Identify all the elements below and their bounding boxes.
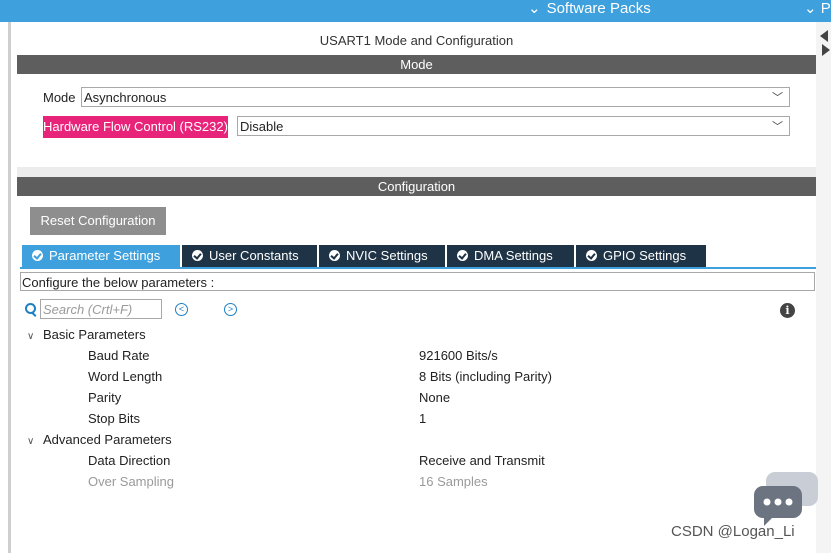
- mode-select-value: Asynchronous: [84, 90, 167, 105]
- check-circle-icon: [586, 250, 597, 261]
- param-value[interactable]: 8 Bits (including Parity): [419, 367, 552, 387]
- check-circle-icon: [192, 250, 203, 261]
- chevron-down-icon: ﹀: [772, 92, 783, 104]
- param-name: Parity: [88, 390, 122, 405]
- configuration-section-header: Configuration: [17, 177, 816, 196]
- tab-nvic-settings[interactable]: NVIC Settings: [319, 245, 445, 267]
- tab-gpio-settings[interactable]: GPIO Settings: [576, 245, 706, 267]
- basic-parameters-group[interactable]: ∨ Basic Parameters: [27, 325, 146, 345]
- info-icon[interactable]: i: [780, 303, 795, 318]
- mode-section-header: Mode: [17, 55, 816, 74]
- param-value[interactable]: 921600 Bits/s: [419, 346, 498, 366]
- tab-label: GPIO Settings: [603, 248, 687, 263]
- tab-label: DMA Settings: [474, 248, 553, 263]
- search-input[interactable]: [40, 299, 162, 319]
- section-divider: [17, 167, 816, 177]
- left-frame-edge: [8, 22, 11, 553]
- search-icon[interactable]: [25, 303, 36, 314]
- param-value: 16 Samples: [419, 474, 488, 489]
- scroll-left-arrow-icon[interactable]: [820, 30, 828, 42]
- chevron-down-icon: ∨: [27, 436, 35, 447]
- flow-control-select[interactable]: Disable ﹀: [237, 116, 790, 136]
- mode-select[interactable]: Asynchronous ﹀: [81, 87, 790, 107]
- check-circle-icon: [32, 250, 43, 261]
- chevron-down-icon: ﹀: [772, 121, 783, 133]
- search-next-button[interactable]: >: [224, 303, 237, 316]
- check-circle-icon: [457, 250, 468, 261]
- tab-parameter-settings[interactable]: Parameter Settings: [22, 245, 180, 267]
- software-packs-menu[interactable]: ⌄ Software Packs: [528, 0, 651, 18]
- flow-control-label: Hardware Flow Control (RS232): [43, 116, 228, 138]
- usart-title: USART1 Mode and Configuration: [319, 33, 514, 48]
- param-name: Word Length: [88, 369, 163, 384]
- mode-row: Mode Asynchronous ﹀: [43, 87, 790, 109]
- tab-label: NVIC Settings: [346, 248, 428, 263]
- chevron-down-icon: ⌄: [804, 0, 817, 17]
- group-label: Advanced Parameters: [43, 432, 172, 447]
- group-label: Basic Parameters: [43, 327, 146, 342]
- tab-user-constants[interactable]: User Constants: [182, 245, 317, 267]
- param-value[interactable]: 1: [419, 409, 426, 429]
- tab-label: User Constants: [209, 248, 299, 263]
- tab-dma-settings[interactable]: DMA Settings: [447, 245, 574, 267]
- param-name: Baud Rate: [88, 348, 150, 363]
- check-circle-icon: [329, 250, 340, 261]
- flow-control-value: Disable: [240, 119, 284, 134]
- mode-label: Mode: [43, 90, 76, 105]
- param-value[interactable]: Receive and Transmit: [419, 451, 545, 471]
- search-prev-button[interactable]: <: [175, 303, 188, 316]
- flow-control-row: Hardware Flow Control (RS232) Disable ﹀: [43, 116, 790, 138]
- top-bar: ⌄ Software Packs ⌄ P: [0, 0, 831, 22]
- pinout-menu-label: P: [820, 0, 831, 17]
- chat-bubble-icon[interactable]: [752, 470, 822, 530]
- advanced-parameters-group[interactable]: ∨ Advanced Parameters: [27, 430, 172, 450]
- software-packs-label: Software Packs: [546, 0, 651, 17]
- chevron-down-icon: ⌄: [528, 0, 541, 17]
- chevron-down-icon: ∨: [27, 331, 35, 342]
- tab-label: Parameter Settings: [49, 248, 161, 263]
- param-name: Data Direction: [88, 453, 171, 468]
- tab-underline: [20, 267, 816, 269]
- param-name: Over Sampling: [88, 474, 174, 489]
- reset-configuration-button[interactable]: Reset Configuration: [30, 207, 166, 235]
- param-name: Stop Bits: [88, 411, 141, 426]
- watermark: CSDN @Logan_Li: [671, 523, 795, 540]
- pinout-menu-partial[interactable]: ⌄ P: [804, 0, 831, 18]
- configure-instructions: Configure the below parameters :: [20, 272, 815, 291]
- param-value[interactable]: None: [419, 388, 450, 408]
- scroll-right-arrow-icon[interactable]: [822, 44, 830, 56]
